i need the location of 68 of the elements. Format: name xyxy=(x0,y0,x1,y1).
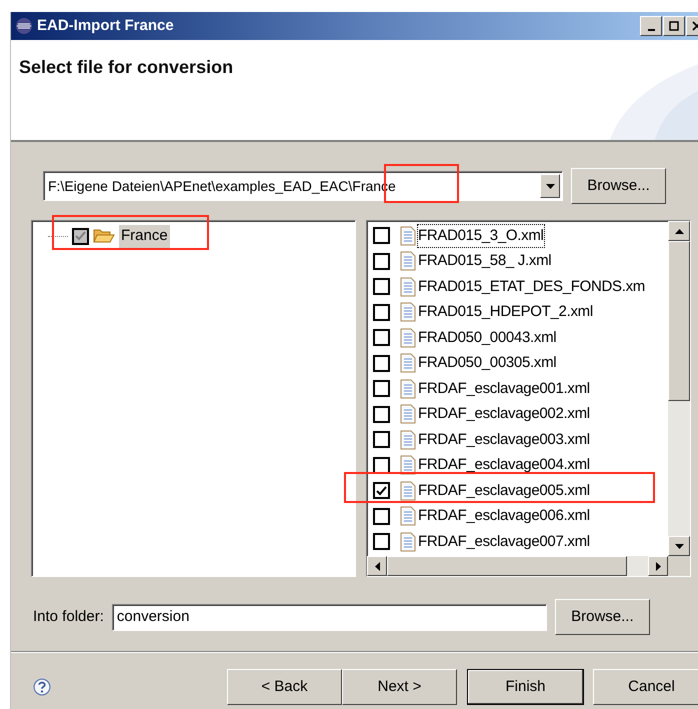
file-name[interactable]: FRDAF_esclavage003.xml xyxy=(418,428,590,451)
file-name[interactable]: FRAD015_58_ J.xml xyxy=(418,250,552,272)
vertical-scrollbar[interactable] xyxy=(668,221,690,556)
checkbox[interactable] xyxy=(373,482,390,500)
up-arrow-icon xyxy=(674,228,684,234)
file-name[interactable]: FRDAF_esclavage001.xml xyxy=(418,378,590,400)
checkbox[interactable] xyxy=(373,406,390,423)
down-arrow-icon xyxy=(674,544,684,548)
wizard-button[interactable]: Finish xyxy=(467,669,584,705)
document-icon xyxy=(400,532,416,552)
document-icon xyxy=(400,378,416,399)
document-icon xyxy=(400,302,416,322)
browse-button[interactable]: Browse... xyxy=(554,599,650,635)
file-name[interactable]: FRAD050_00043.xml xyxy=(418,326,556,349)
checkbox[interactable] xyxy=(373,533,390,550)
maximize-button[interactable] xyxy=(663,16,685,36)
checkbox[interactable] xyxy=(373,304,390,321)
file-name[interactable]: FRAD015_3_O.xml xyxy=(418,224,544,247)
checkbox[interactable] xyxy=(373,380,390,398)
wizard-button[interactable]: < Back xyxy=(227,669,342,705)
document-icon xyxy=(400,353,416,374)
horizontal-scrollbar[interactable] xyxy=(367,556,668,576)
minimize-button[interactable] xyxy=(640,16,662,36)
document-icon xyxy=(400,328,416,348)
file-name[interactable]: FRAD015_HDEPOT_2.xml xyxy=(418,301,593,324)
checkmark-icon xyxy=(75,231,86,242)
document-icon xyxy=(400,455,416,476)
document-icon xyxy=(400,404,416,424)
checkbox[interactable] xyxy=(373,252,390,270)
checkbox[interactable] xyxy=(373,456,390,474)
document-icon xyxy=(400,430,416,450)
file-name[interactable]: FRAD015_ETAT_DES_FONDS.xm xyxy=(418,276,645,298)
checkbox[interactable] xyxy=(373,431,390,448)
minimize-icon xyxy=(648,29,654,31)
browse-button[interactable]: Browse... xyxy=(571,168,666,204)
app-icon xyxy=(15,17,33,35)
maximize-icon xyxy=(669,21,679,31)
file-name[interactable]: FRDAF_esclavage006.xml xyxy=(418,505,590,528)
input-field[interactable]: conversion xyxy=(112,604,547,630)
dropdown-button[interactable] xyxy=(540,174,560,198)
checkbox[interactable] xyxy=(373,227,390,244)
checkbox[interactable] xyxy=(373,508,390,525)
file-name[interactable]: FRDAF_esclavage002.xml xyxy=(418,403,590,426)
file-name[interactable]: FRAD050_00305.xml xyxy=(418,352,556,374)
tree-item[interactable]: France xyxy=(119,225,170,248)
checkbox[interactable] xyxy=(373,354,390,372)
checkbox[interactable] xyxy=(373,278,390,296)
caret-icon xyxy=(546,184,554,188)
document-icon xyxy=(400,251,416,272)
field-label: Into folder: xyxy=(33,606,104,627)
wizard-button[interactable]: Cancel xyxy=(593,669,698,705)
checkmark-icon xyxy=(376,486,387,496)
document-icon xyxy=(400,480,416,501)
right-arrow-icon xyxy=(656,562,660,570)
wizard-button[interactable]: Next > xyxy=(342,669,457,705)
scrollbar-corner xyxy=(668,556,690,576)
checkbox[interactable] xyxy=(72,228,89,245)
file-name[interactable]: FRDAF_esclavage005.xml xyxy=(418,480,590,502)
file-name[interactable]: FRDAF_esclavage004.xml xyxy=(418,454,590,476)
folder-icon xyxy=(93,228,115,244)
document-icon xyxy=(400,276,416,297)
document-icon xyxy=(400,506,416,526)
file-name[interactable]: FRDAF_esclavage007.xml xyxy=(418,530,590,553)
window-title: EAD-Import France xyxy=(37,16,174,36)
checkbox[interactable] xyxy=(373,329,390,346)
document-icon xyxy=(400,226,416,246)
page-heading: Select file for conversion xyxy=(19,56,234,79)
left-arrow-icon xyxy=(374,562,380,570)
